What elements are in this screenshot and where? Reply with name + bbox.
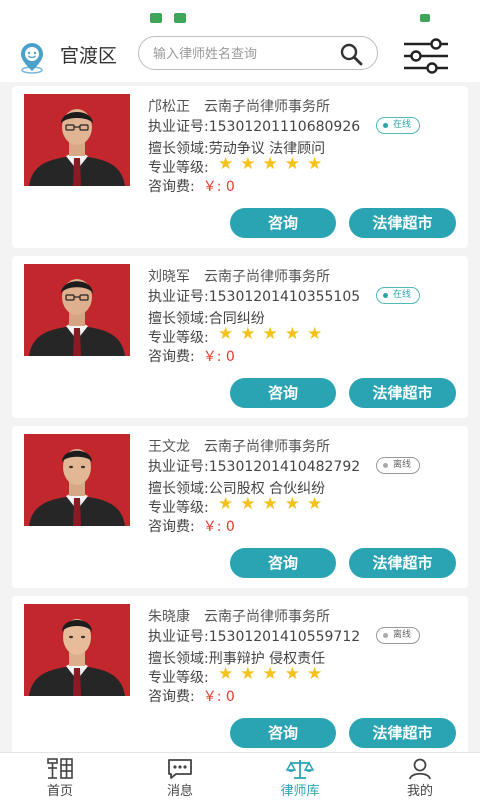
tab-messages[interactable]: 消息 bbox=[120, 753, 240, 801]
star-icon: ★ bbox=[284, 324, 300, 344]
search-box[interactable] bbox=[138, 36, 378, 70]
fee-label: 咨询费: bbox=[148, 519, 195, 535]
lawyer-card[interactable]: 朱晓康 云南子尚律师事务所 执业证号:15301201410559712 离线 擅… bbox=[12, 596, 468, 758]
fee-value: ￥: 0 bbox=[202, 349, 235, 365]
status-badge: 离线 bbox=[376, 627, 421, 644]
legal-market-button[interactable]: 法律超市 bbox=[349, 208, 456, 238]
level-label: 专业等级: bbox=[148, 670, 209, 686]
location-pin-icon[interactable] bbox=[15, 41, 49, 75]
tab-lawyer-library[interactable]: 律师库 bbox=[240, 753, 360, 801]
rating-stars: ★ ★ ★ ★ ★ bbox=[218, 154, 329, 174]
star-icon: ★ bbox=[218, 154, 234, 174]
lawyer-photo bbox=[24, 604, 130, 696]
fee-value: ￥: 0 bbox=[202, 689, 235, 705]
star-icon: ★ bbox=[218, 324, 234, 344]
legal-market-button[interactable]: 法律超市 bbox=[349, 548, 456, 578]
consult-button[interactable]: 咨询 bbox=[230, 378, 336, 408]
lawyer-name: 朱晓康 bbox=[148, 609, 190, 625]
tab-label: 首页 bbox=[46, 784, 73, 799]
lawyer-name: 刘晓军 bbox=[148, 269, 190, 285]
fee-label: 咨询费: bbox=[148, 689, 195, 705]
star-icon: ★ bbox=[307, 154, 323, 174]
lawyer-card[interactable]: 邝松正 云南子尚律师事务所 执业证号:15301201110680926 在线 擅… bbox=[12, 86, 468, 248]
consult-button[interactable]: 咨询 bbox=[230, 718, 336, 748]
legal-market-button[interactable]: 法律超市 bbox=[349, 378, 456, 408]
notification-icon bbox=[174, 13, 186, 23]
rating-stars: ★ ★ ★ ★ ★ bbox=[218, 664, 329, 684]
license-number: 执业证号:15301201410559712 bbox=[148, 629, 361, 645]
lawyer-firm: 云南子尚律师事务所 bbox=[204, 609, 330, 625]
search-input[interactable] bbox=[151, 43, 335, 65]
bottom-tab-bar: 首页 消息 律师库 我的 bbox=[0, 752, 480, 801]
lawyer-photo bbox=[24, 94, 130, 186]
status-badge: 在线 bbox=[376, 287, 421, 304]
legal-market-button[interactable]: 法律超市 bbox=[349, 718, 456, 748]
home-icon bbox=[47, 758, 73, 779]
star-icon: ★ bbox=[240, 494, 256, 514]
tab-home[interactable]: 首页 bbox=[0, 753, 120, 801]
consult-button[interactable]: 咨询 bbox=[230, 208, 336, 238]
lawyer-photo bbox=[24, 434, 130, 526]
lawyer-firm: 云南子尚律师事务所 bbox=[204, 439, 330, 455]
level-label: 专业等级: bbox=[148, 500, 209, 516]
star-icon: ★ bbox=[240, 154, 256, 174]
fee-value: ￥: 0 bbox=[202, 179, 235, 195]
star-icon: ★ bbox=[218, 494, 234, 514]
status-badge: 离线 bbox=[376, 457, 421, 474]
lawyer-photo bbox=[24, 264, 130, 356]
tab-mine[interactable]: 我的 bbox=[360, 753, 480, 801]
filter-icon[interactable] bbox=[402, 38, 450, 74]
star-icon: ★ bbox=[262, 494, 278, 514]
level-label: 专业等级: bbox=[148, 160, 209, 176]
lawyer-firm: 云南子尚律师事务所 bbox=[204, 269, 330, 285]
location-label[interactable]: 官渡区 bbox=[60, 43, 117, 69]
star-icon: ★ bbox=[262, 324, 278, 344]
header: 官渡区 bbox=[0, 32, 480, 82]
lawyer-firm: 云南子尚律师事务所 bbox=[204, 99, 330, 115]
star-icon: ★ bbox=[307, 324, 323, 344]
level-label: 专业等级: bbox=[148, 330, 209, 346]
lawyer-name: 邝松正 bbox=[148, 99, 190, 115]
fee-label: 咨询费: bbox=[148, 179, 195, 195]
license-number: 执业证号:15301201110680926 bbox=[148, 119, 361, 135]
rating-stars: ★ ★ ★ ★ ★ bbox=[218, 324, 329, 344]
tab-label: 律师库 bbox=[280, 784, 320, 799]
rating-stars: ★ ★ ★ ★ ★ bbox=[218, 494, 329, 514]
star-icon: ★ bbox=[307, 494, 323, 514]
star-icon: ★ bbox=[284, 494, 300, 514]
tab-label: 消息 bbox=[166, 784, 193, 799]
fee-label: 咨询费: bbox=[148, 349, 195, 365]
scales-icon bbox=[286, 760, 314, 779]
star-icon: ★ bbox=[307, 664, 323, 684]
tab-label: 我的 bbox=[406, 784, 433, 799]
star-icon: ★ bbox=[284, 664, 300, 684]
notification-icon bbox=[150, 13, 162, 23]
user-icon bbox=[409, 758, 431, 780]
star-icon: ★ bbox=[240, 324, 256, 344]
license-number: 执业证号:15301201410482792 bbox=[148, 459, 361, 475]
camera-indicator-icon bbox=[420, 14, 430, 22]
search-icon[interactable] bbox=[339, 42, 363, 66]
lawyer-card[interactable]: 刘晓军 云南子尚律师事务所 执业证号:15301201410355105 在线 擅… bbox=[12, 256, 468, 418]
message-icon bbox=[168, 759, 192, 779]
star-icon: ★ bbox=[240, 664, 256, 684]
star-icon: ★ bbox=[262, 664, 278, 684]
status-badge: 在线 bbox=[376, 117, 421, 134]
fee-value: ￥: 0 bbox=[202, 519, 235, 535]
lawyer-card[interactable]: 王文龙 云南子尚律师事务所 执业证号:15301201410482792 离线 擅… bbox=[12, 426, 468, 588]
status-bar bbox=[0, 0, 480, 32]
star-icon: ★ bbox=[218, 664, 234, 684]
star-icon: ★ bbox=[262, 154, 278, 174]
license-number: 执业证号:15301201410355105 bbox=[148, 289, 361, 305]
consult-button[interactable]: 咨询 bbox=[230, 548, 336, 578]
lawyer-name: 王文龙 bbox=[148, 439, 190, 455]
star-icon: ★ bbox=[284, 154, 300, 174]
